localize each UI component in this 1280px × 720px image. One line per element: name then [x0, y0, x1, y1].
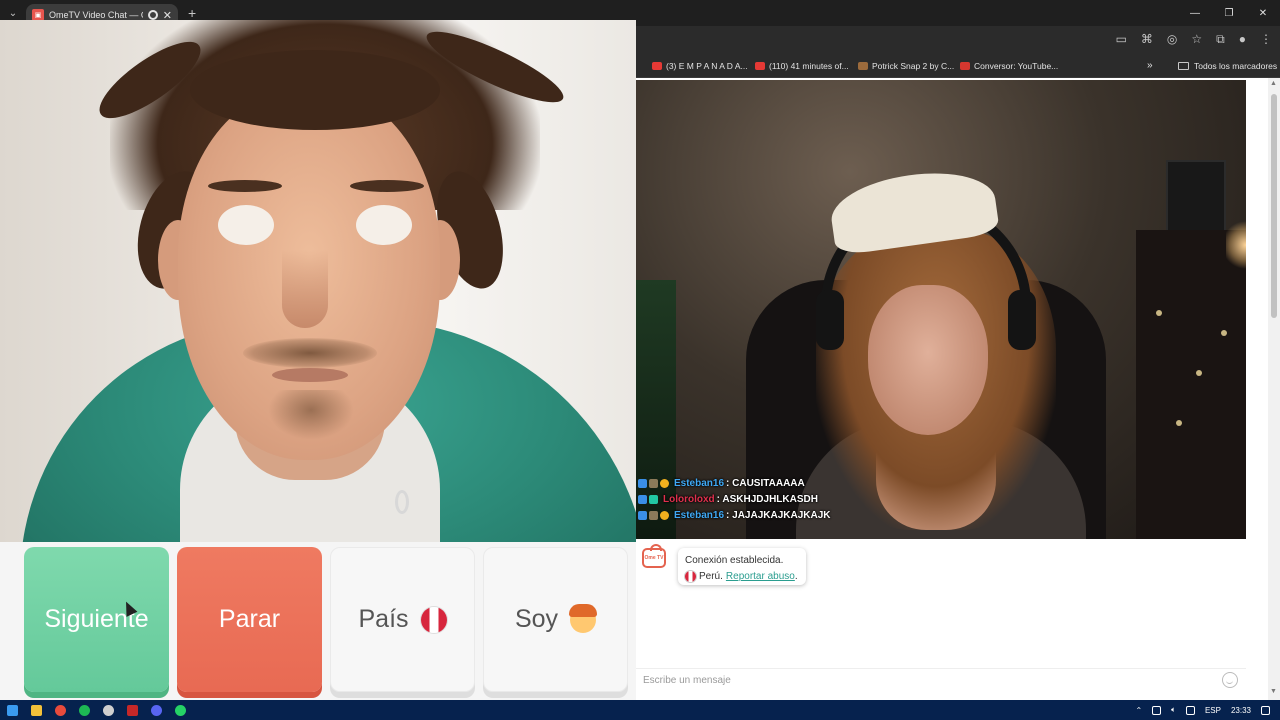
stop-button[interactable]: Parar — [177, 547, 322, 692]
chrome-icon[interactable] — [48, 700, 72, 720]
badge-icon — [638, 511, 647, 520]
stream-chat-overlay: Esteban16 : CAUSITAAAAA Loloroloxd : ASK… — [638, 478, 831, 521]
badge-icon — [649, 511, 658, 520]
badge-icon — [660, 479, 669, 488]
converter-icon — [960, 62, 970, 70]
badge-icon — [660, 511, 669, 520]
bookmark-label: Potrick Snap 2 by C... — [872, 61, 955, 71]
connection-status: Conexión establecida. — [685, 554, 784, 566]
stream-chat-line: Esteban16 : CAUSITAAAAA — [638, 478, 831, 489]
notifications-icon[interactable] — [1261, 705, 1270, 715]
badge-icon — [638, 479, 647, 488]
self-video — [0, 20, 636, 542]
scroll-thumb[interactable] — [1271, 94, 1277, 318]
report-suffix: . — [794, 570, 798, 582]
page-scrollbar[interactable]: ▲ ▼ — [1268, 78, 1280, 700]
bookmark-label: (3) E M P A N A D A... — [666, 61, 748, 71]
scroll-up-icon[interactable]: ▲ — [1270, 80, 1277, 87]
emoji-icon[interactable] — [1222, 672, 1238, 688]
peru-flag-icon — [685, 570, 696, 582]
chat-username: Loloroloxd — [663, 494, 715, 505]
chat-username: Esteban16 — [674, 510, 725, 521]
obs-icon[interactable] — [96, 700, 120, 720]
image-icon — [858, 62, 868, 70]
translate-icon[interactable]: ⌘ — [1141, 32, 1153, 47]
youtube-icon — [755, 62, 765, 70]
next-button[interactable]: Siguiente — [24, 547, 169, 692]
country-label: País — [358, 605, 409, 633]
all-bookmarks-button[interactable]: Todos los marcadores — [1178, 61, 1277, 71]
stream-chat-line: Esteban16 : JAJAJKAJKAJKAJK — [638, 510, 831, 521]
news-icon[interactable] — [120, 700, 144, 720]
message-input[interactable] — [636, 669, 1196, 691]
clock[interactable]: 23:33 — [1231, 706, 1251, 715]
boy-avatar-icon — [569, 603, 598, 633]
bookmarks-overflow-button[interactable]: » — [1147, 60, 1153, 71]
partner-country: Perú. — [699, 570, 723, 582]
file-explorer-icon[interactable] — [24, 700, 48, 720]
profile-icon[interactable]: ● — [1239, 32, 1246, 47]
window-controls: — ❐ ✕ — [1178, 0, 1280, 26]
minimize-button[interactable]: — — [1178, 0, 1212, 26]
microphone-icon[interactable] — [1152, 705, 1162, 715]
stranger-video — [636, 80, 1246, 539]
badge-icon — [649, 495, 658, 504]
restore-button[interactable]: ❐ — [1212, 0, 1246, 26]
control-panel: Siguiente Parar País Soy — [0, 542, 636, 700]
windows-taskbar: ⌃ 🔈︎ ESP 23:33 — [0, 700, 1280, 720]
new-tab-button[interactable]: + — [188, 5, 196, 21]
bookmark-item[interactable]: (3) E M P A N A D A... — [652, 61, 748, 71]
spotify-icon[interactable] — [72, 700, 96, 720]
extensions-icon[interactable]: ⧉ — [1216, 32, 1225, 47]
youtube-icon — [652, 62, 662, 70]
bookmark-label: (110) 41 minutes of... — [769, 61, 849, 71]
scroll-down-icon[interactable]: ▼ — [1270, 688, 1277, 695]
chat-username: Esteban16 — [674, 478, 725, 489]
all-bookmarks-label: Todos los marcadores — [1194, 61, 1278, 71]
network-icon[interactable] — [1185, 705, 1195, 715]
stream-chat-line: Loloroloxd : ASKHJDJHLKASDH — [638, 494, 831, 505]
cast-icon[interactable]: ▭ — [1116, 32, 1127, 47]
badge-icon — [649, 479, 658, 488]
star-icon[interactable]: ☆ — [1191, 32, 1202, 47]
system-message: Conexión establecida. Perú. Reportar abu… — [678, 548, 806, 585]
bookmark-item[interactable]: Conversor: YouTube... — [960, 61, 1058, 71]
whatsapp-icon[interactable] — [168, 700, 192, 720]
peru-flag-icon — [420, 606, 447, 633]
stop-label: Parar — [218, 605, 281, 633]
discord-icon[interactable] — [144, 700, 168, 720]
volume-icon[interactable]: 🔈︎ — [1171, 705, 1176, 715]
menu-kebab-icon[interactable]: ⋮ — [1260, 32, 1272, 47]
close-window-button[interactable]: ✕ — [1246, 0, 1280, 26]
message-input-bar — [636, 668, 1246, 691]
tab-title: OmeTV Video Chat — Ome — [49, 10, 143, 20]
chat-message: : JAJAJKAJKAJKAJK — [726, 510, 831, 521]
chat-message: : CAUSITAAAAA — [726, 478, 805, 489]
chat-message: : ASKHJDJHLKASDH — [716, 494, 818, 505]
chevron-up-icon[interactable]: ⌃ — [1135, 706, 1142, 715]
country-button[interactable]: País — [330, 547, 475, 692]
recording-icon — [147, 10, 158, 20]
system-tray: ⌃ 🔈︎ ESP 23:33 — [1135, 700, 1280, 720]
badge-icon — [638, 495, 647, 504]
bookmark-item[interactable]: (110) 41 minutes of... — [755, 61, 849, 71]
windows-start-icon[interactable] — [0, 700, 24, 720]
language-indicator[interactable]: ESP — [1205, 706, 1221, 715]
folder-icon — [1178, 62, 1189, 70]
report-abuse-link[interactable]: Reportar abuso — [726, 571, 795, 582]
bookmark-label: Conversor: YouTube... — [974, 61, 1059, 71]
bookmark-item[interactable]: Potrick Snap 2 by C... — [858, 61, 954, 71]
ometv-logo-icon: Ome TV — [642, 544, 666, 568]
gender-label: Soy — [514, 605, 559, 633]
eye-off-icon[interactable]: ◎ — [1167, 32, 1177, 47]
gender-button[interactable]: Soy — [483, 547, 628, 692]
